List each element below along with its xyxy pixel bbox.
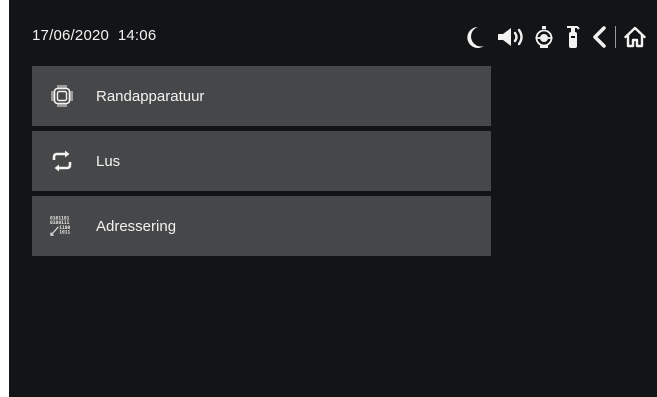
binary-address-icon: 0101101 0100111 1100 1011 [50,214,74,238]
status-icons [464,22,647,52]
loop-icon [50,149,74,173]
home-icon[interactable] [623,22,647,52]
back-icon[interactable] [591,22,607,52]
separator [615,26,616,48]
chip-icon [50,84,74,108]
menu-list: Randapparatuur Lus 0101101 0100111 1100 … [32,66,491,261]
speaker-icon[interactable] [496,22,526,52]
time-text: 14:06 [117,27,157,44]
datetime: 17/06/2020 14:06 [32,27,156,44]
screen: 17/06/2020 14:06 Randapparatuur Lus 0101… [9,0,657,397]
date-text: 17/06/2020 [32,27,110,44]
status-bar: 17/06/2020 14:06 [9,0,657,62]
svg-text:1011: 1011 [59,229,70,235]
menu-item-adressering[interactable]: 0101101 0100111 1100 1011 Adressering [32,196,491,256]
alarm-bell-icon[interactable] [535,22,553,52]
menu-item-label: Adressering [96,217,177,235]
menu-item-label: Lus [96,152,121,170]
menu-item-label: Randapparatuur [96,87,205,105]
menu-item-randapparatuur[interactable]: Randapparatuur [32,66,491,126]
moon-icon[interactable] [464,22,486,52]
fire-extinguisher-icon[interactable] [565,22,581,52]
menu-item-lus[interactable]: Lus [32,131,491,191]
